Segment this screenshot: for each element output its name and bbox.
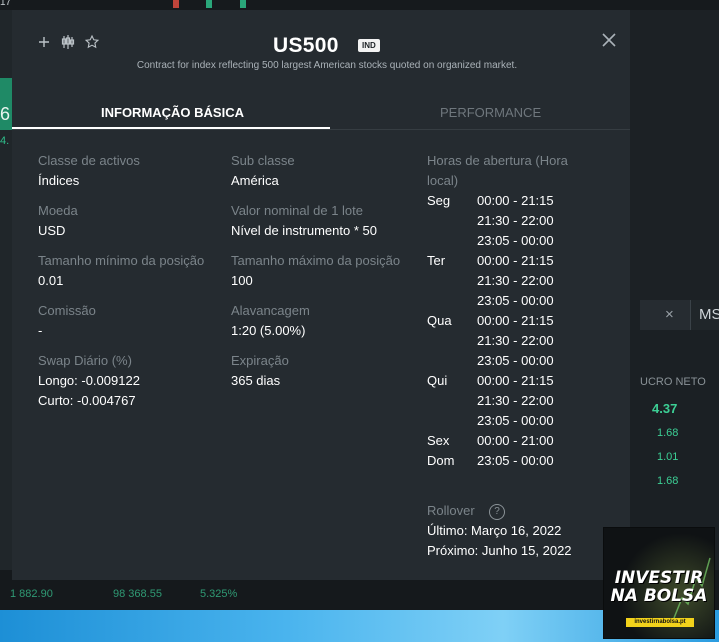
daily-swap-label: Swap Diário (%)	[38, 353, 132, 368]
tab-performance[interactable]: PERFORMANCE	[440, 105, 541, 120]
background-total-profit: 4.37	[652, 401, 678, 416]
schedule-slot: 21:30 - 22:00	[477, 333, 554, 348]
schedule-day: Sex	[427, 433, 450, 448]
currency-label: Moeda	[38, 203, 78, 218]
close-icon[interactable]	[600, 31, 618, 49]
schedule-slot: 21:30 - 22:00	[477, 393, 554, 408]
background-tab-ms-label: MS	[699, 306, 719, 323]
leverage-value: 1:20 (5.00%)	[231, 323, 306, 338]
commission-value: -	[38, 323, 43, 338]
promo-line-1: INVESTIR	[614, 568, 704, 588]
swap-short-value: Curto: -0.004767	[38, 393, 136, 408]
schedule-day: Qua	[427, 313, 452, 328]
candlestick-icon[interactable]	[60, 34, 76, 50]
background-margin-level: 5.325%	[200, 588, 238, 600]
commission-label: Comissão	[38, 303, 96, 318]
schedule-slot: 23:05 - 00:00	[477, 353, 554, 368]
rollover-label: Rollover	[427, 503, 475, 518]
rollover-next: Próximo: Junho 15, 2022	[427, 543, 572, 558]
promo-line-2: NA BOLSA	[610, 586, 708, 606]
asset-class-value: Índices	[38, 173, 80, 188]
rollover-last: Último: Março 16, 2022	[427, 523, 562, 538]
schedule-slot: 23:05 - 00:00	[477, 453, 554, 468]
schedule-slot: 00:00 - 21:15	[477, 193, 554, 208]
subclass-value: América	[231, 173, 279, 188]
min-position-label: Tamanho mínimo da posição	[38, 253, 205, 268]
background-tab-ms[interactable]: MS	[691, 300, 719, 330]
trading-hours-label: Horas de abertura (Hora local)	[427, 153, 568, 188]
background-profit-value: 1.68	[657, 427, 679, 439]
background-column-header: UCRO NETO	[640, 376, 706, 388]
background-candle	[173, 0, 179, 8]
schedule-day: Qui	[427, 373, 448, 388]
tab-basic-info[interactable]: INFORMAÇÃO BÁSICA	[101, 105, 244, 120]
background-change: 4.	[0, 135, 10, 147]
background-tab-close[interactable]: ×	[665, 306, 674, 323]
background-price: 6	[0, 104, 11, 124]
leverage-label: Alavancagem	[231, 303, 310, 318]
schedule-day: Ter	[427, 253, 446, 268]
lot-nominal-label: Valor nominal de 1 lote	[231, 203, 364, 218]
help-icon[interactable]: ?	[489, 504, 505, 520]
tab-divider	[12, 129, 630, 130]
star-icon[interactable]	[84, 34, 100, 50]
schedule-slot: 00:00 - 21:00	[477, 433, 554, 448]
plus-icon[interactable]	[36, 34, 52, 50]
max-position-label: Tamanho máximo da posição	[231, 253, 401, 268]
promo-url: investirnabolsa.pt	[626, 618, 694, 627]
schedule-day: Dom	[427, 453, 455, 468]
subclass-label: Sub classe	[231, 153, 295, 168]
instrument-info-dialog: US500 IND Contract for index reflecting …	[12, 10, 630, 580]
asset-class-label: Classe de activos	[38, 153, 140, 168]
min-position-value: 0.01	[38, 273, 64, 288]
promo-logo: INVESTIR NA BOLSA investirnabolsa.pt	[603, 527, 715, 639]
background-top-bar: 17	[0, 0, 719, 10]
schedule-slot: 00:00 - 21:15	[477, 313, 554, 328]
background-top-label: 17	[0, 0, 12, 8]
instrument-description: Contract for index reflecting 500 larges…	[136, 60, 518, 71]
background-profit-value: 1.68	[657, 475, 679, 487]
max-position-value: 100	[231, 273, 253, 288]
background-equity: 98 368.55	[113, 588, 162, 600]
background-tab[interactable]: ×	[640, 300, 691, 330]
schedule-slot: 23:05 - 00:00	[477, 293, 554, 308]
schedule-slot: 23:05 - 00:00	[477, 233, 554, 248]
schedule-slot: 23:05 - 00:00	[477, 413, 554, 428]
background-profit-value: 1.01	[657, 451, 679, 463]
background-balance: 1 882.90	[10, 588, 53, 600]
background-candle	[206, 0, 212, 8]
background-candle	[240, 0, 246, 8]
swap-long-value: Longo: -0.009122	[38, 373, 140, 388]
instrument-type-badge: IND	[358, 39, 380, 52]
instrument-title: US500	[273, 34, 339, 57]
expiration-label: Expiração	[231, 353, 289, 368]
lot-nominal-value: Nível de instrumento * 50	[231, 223, 377, 238]
currency-value: USD	[38, 223, 66, 238]
schedule-slot: 00:00 - 21:15	[477, 373, 554, 388]
schedule-slot: 21:30 - 22:00	[477, 213, 554, 228]
expiration-value: 365 dias	[231, 373, 281, 388]
schedule-slot: 21:30 - 22:00	[477, 273, 554, 288]
schedule-slot: 00:00 - 21:15	[477, 253, 554, 268]
schedule-day: Seg	[427, 193, 451, 208]
